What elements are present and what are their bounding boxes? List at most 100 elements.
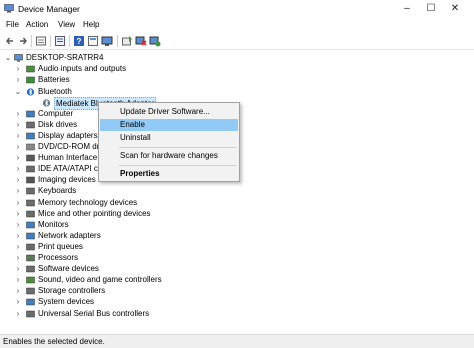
close-button[interactable]: ✕ (444, 2, 466, 16)
expand-icon[interactable]: › (14, 274, 22, 285)
storage-icon (26, 288, 35, 295)
software-device-icon (26, 265, 35, 273)
tree-item[interactable]: › Mice and other pointing devices (0, 208, 300, 219)
dvd-icon (26, 143, 35, 151)
tree-item-label: Disk drives (38, 119, 78, 129)
network-icon (26, 232, 35, 240)
collapse-icon[interactable]: ⌄ (4, 52, 12, 63)
properties-icon[interactable] (35, 35, 47, 47)
hid-icon (26, 154, 35, 162)
window-title: Device Manager (18, 4, 80, 14)
keyboard-icon (26, 188, 35, 195)
tree-item-label: Batteries (38, 75, 70, 85)
computer-icon (26, 110, 35, 117)
menu-scan-hardware[interactable]: Scan for hardware changes (100, 150, 238, 162)
tree-item-label: Imaging devices (38, 175, 96, 185)
tree-item[interactable]: › Network adapters (0, 230, 300, 241)
expand-icon[interactable]: › (14, 174, 22, 185)
expand-icon[interactable]: › (14, 185, 22, 196)
title-bar: Device Manager – ☐ ✕ (0, 0, 474, 18)
expand-icon[interactable]: › (14, 108, 22, 119)
help-icon[interactable]: ? (73, 35, 85, 47)
expand-icon[interactable]: › (14, 241, 22, 252)
expand-icon[interactable]: › (14, 119, 22, 130)
menu-help[interactable]: Help (83, 20, 99, 29)
device-tree: ⌄ DESKTOP-SRATRR4 › Audio inputs and outp… (0, 50, 474, 334)
toolbar-separator (31, 35, 32, 47)
tree-item-label: Universal Serial Bus controllers (38, 308, 150, 318)
menu-properties[interactable]: Properties (100, 168, 238, 180)
expand-icon[interactable]: › (14, 63, 22, 74)
back-arrow-icon[interactable] (4, 35, 16, 47)
expand-icon[interactable]: › (14, 74, 22, 85)
tree-item[interactable]: › System devices (0, 296, 300, 307)
tree-item[interactable]: › Sound, video and game controllers (0, 274, 300, 285)
expand-icon[interactable]: › (14, 308, 22, 319)
tree-item[interactable]: › Keyboards (0, 185, 300, 196)
tree-item[interactable]: › Memory technology devices (0, 197, 300, 208)
tree-item-label: Monitors (38, 219, 69, 229)
expand-icon[interactable]: › (14, 152, 22, 163)
tree-item-label: Sound, video and game controllers (38, 275, 162, 285)
disk-drive-icon (26, 121, 35, 129)
sound-icon (26, 276, 35, 284)
tree-item[interactable]: › Batteries (0, 74, 300, 85)
expand-icon[interactable]: › (14, 252, 22, 263)
collapse-icon[interactable]: ⌄ (14, 86, 22, 97)
camera-icon (26, 177, 35, 184)
minimize-button[interactable]: – (396, 2, 418, 16)
computer-icon (14, 54, 23, 62)
status-text: Enables the selected device. (3, 337, 105, 346)
scan-hardware-icon[interactable] (149, 35, 161, 47)
show-hidden-icon[interactable] (54, 35, 66, 47)
expand-icon[interactable]: › (14, 230, 22, 241)
tree-item-label: Memory technology devices (38, 197, 138, 207)
maximize-button[interactable]: ☐ (420, 2, 442, 16)
toolbar-separator (50, 35, 51, 47)
tree-root[interactable]: ⌄ DESKTOP-SRATRR4 (0, 52, 300, 63)
action-icon[interactable] (87, 35, 99, 47)
battery-icon (26, 77, 35, 84)
tree-item-label: Computer (38, 108, 74, 118)
menu-update-driver[interactable]: Update Driver Software... (100, 106, 238, 118)
context-menu: Update Driver Software... Enable Uninsta… (98, 102, 240, 182)
tree-item[interactable]: ⌄ Bluetooth (0, 86, 300, 97)
tree-item-label: Print queues (38, 241, 83, 251)
tree-item-label: Processors (38, 253, 79, 262)
expand-icon[interactable]: › (14, 208, 22, 219)
tree-item-label: Keyboards (38, 186, 77, 196)
tree-item[interactable]: › Processors (0, 252, 300, 263)
status-bar: Enables the selected device. (0, 334, 474, 348)
update-driver-icon[interactable] (121, 35, 133, 47)
menu-file[interactable]: File (6, 20, 19, 29)
tree-item[interactable]: › Print queues (0, 241, 300, 252)
tree-item[interactable]: › Audio inputs and outputs (0, 63, 300, 74)
tree-item[interactable]: › Software devices (0, 263, 300, 274)
expand-icon[interactable]: › (14, 285, 22, 296)
expand-icon[interactable]: › (14, 141, 22, 152)
expand-icon[interactable]: › (14, 219, 22, 230)
disable-device-icon[interactable] (135, 35, 147, 47)
forward-arrow-icon[interactable] (17, 35, 29, 47)
bluetooth-device-icon (42, 98, 51, 107)
tree-item[interactable]: › Universal Serial Bus controllers (0, 308, 300, 319)
menu-action[interactable]: Action (26, 20, 48, 29)
expand-icon[interactable]: › (14, 163, 22, 174)
memory-icon (26, 199, 35, 206)
toolbar-separator (117, 35, 118, 47)
expand-icon[interactable]: › (14, 197, 22, 208)
menu-enable[interactable]: Enable (100, 119, 238, 131)
toolbar-separator (69, 35, 70, 47)
monitor-icon[interactable] (101, 35, 113, 47)
tree-item[interactable]: › Storage controllers (0, 285, 300, 296)
svg-text:?: ? (77, 37, 82, 46)
tree-item[interactable]: › Monitors (0, 219, 300, 230)
bluetooth-icon (26, 87, 35, 96)
expand-icon[interactable]: › (14, 296, 22, 307)
tree-item-label: System devices (38, 297, 95, 307)
expand-icon[interactable]: › (14, 263, 22, 274)
menu-view[interactable]: View (58, 20, 75, 29)
menu-uninstall[interactable]: Uninstall (100, 132, 238, 144)
toolbar: ? (0, 32, 474, 50)
expand-icon[interactable]: › (14, 130, 22, 141)
